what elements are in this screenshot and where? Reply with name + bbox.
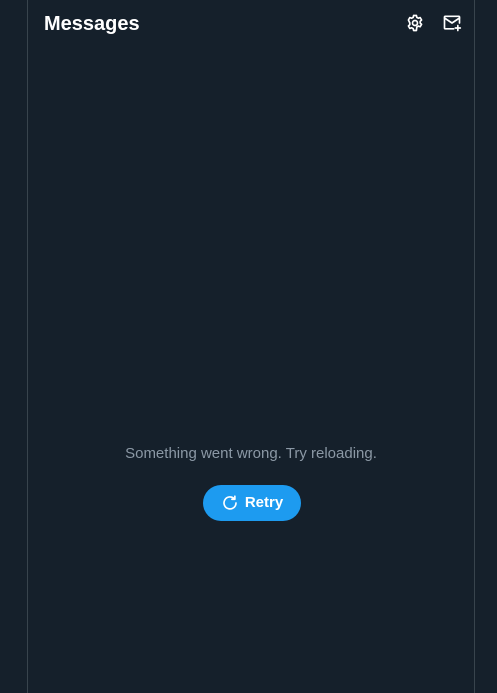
retry-button[interactable]: Retry	[203, 485, 301, 521]
refresh-icon	[221, 494, 239, 512]
error-state: Something went wrong. Try reloading.	[28, 444, 474, 464]
app-root: Messages Something went wrong. Try reloa…	[0, 0, 497, 693]
new-message-icon	[442, 13, 462, 33]
error-message: Something went wrong. Try reloading.	[125, 445, 377, 462]
gear-icon	[405, 13, 425, 33]
new-message-button[interactable]	[439, 10, 465, 36]
settings-button[interactable]	[402, 10, 428, 36]
retry-label: Retry	[244, 494, 284, 511]
messages-column: Messages Something went wrong. Try reloa…	[27, 0, 475, 693]
page-title: Messages	[44, 13, 140, 35]
messages-header: Messages	[28, 0, 474, 48]
